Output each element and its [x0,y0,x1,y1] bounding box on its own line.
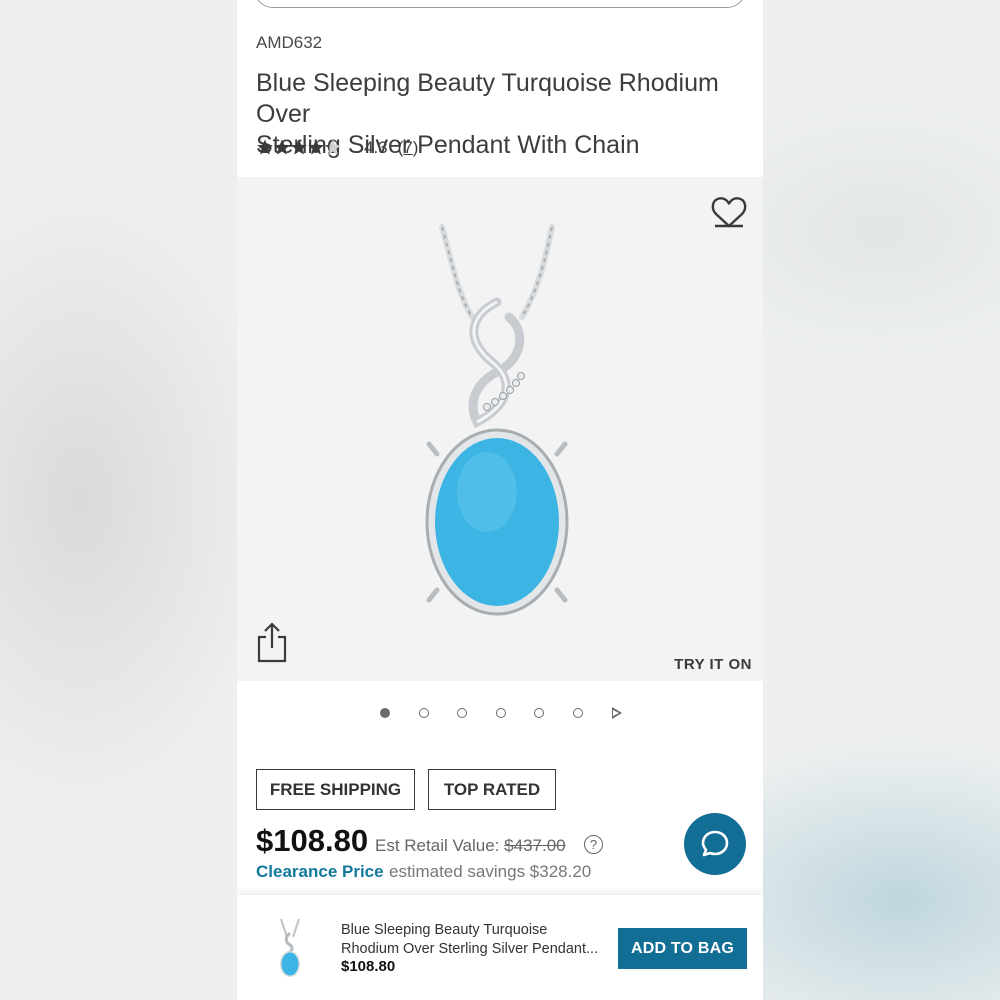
star-icon [257,139,273,155]
star-icon [291,139,307,155]
sticky-product-title: Blue Sleeping Beauty Turquoise Rhodium O… [341,922,599,957]
help-icon[interactable]: ? [584,835,603,854]
sticky-price: $108.80 [341,958,396,975]
est-retail-value: Est Retail Value: $437.00 [375,836,566,855]
share-icon[interactable] [255,621,289,663]
pagination-dot[interactable] [572,708,583,718]
product-sku: AMD632 [256,33,323,52]
pagination-dot[interactable] [418,708,429,718]
product-page: AMD632 Blue Sleeping Beauty Turquoise Rh… [237,0,763,1000]
star-icon [274,139,290,155]
free-shipping-badge: FREE SHIPPING [256,769,415,810]
add-to-bag-button[interactable]: ADD TO BAG [618,928,747,969]
gallery-pagination [380,707,622,719]
top-rated-badge: TOP RATED [428,769,556,810]
product-image [425,224,569,616]
pagination-dot[interactable] [380,708,390,718]
star-icon [308,139,324,155]
product-thumbnail [280,918,300,977]
sticky-add-to-bag-bar: Blue Sleeping Beauty Turquoise Rhodium O… [237,895,763,1000]
estimated-savings: estimated savings $328.20 [389,862,592,881]
chat-bubble-icon [701,830,729,857]
pagination-dot[interactable] [457,708,468,718]
clearance-price-label: Clearance Price [256,862,384,881]
rating-value: 4.3 [364,138,388,157]
rating-stars [256,138,346,158]
review-count-link[interactable]: (7) [398,138,419,158]
chat-button[interactable] [684,813,746,875]
pagination-dot[interactable] [495,708,506,718]
rating-row: 4.3 (7) [256,137,418,159]
product-image-gallery[interactable]: TRY IT ON [237,177,763,681]
pagination-dot[interactable] [534,708,545,718]
heart-icon[interactable] [711,195,747,229]
try-it-on-button[interactable]: TRY IT ON [674,656,752,673]
search-bar[interactable] [254,0,746,8]
next-arrow-icon[interactable] [611,707,622,719]
product-price: $108.80 [256,823,369,858]
